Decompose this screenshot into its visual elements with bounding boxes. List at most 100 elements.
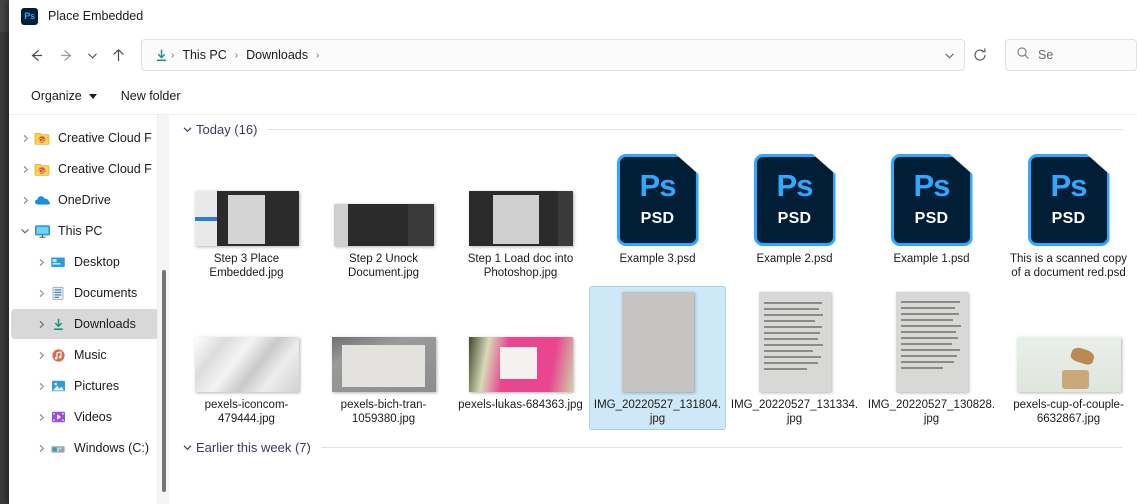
sidebar-item-music[interactable]: Music [11,340,163,370]
sidebar-item-onedrive[interactable]: OneDrive [11,185,163,215]
back-button[interactable] [21,40,51,70]
sidebar-label: Pictures [74,379,120,393]
sidebar-item-documents[interactable]: Documents [11,278,163,308]
sidebar-item-creative-cloud-files-2[interactable]: Cc Creative Cloud F [11,154,163,184]
file-tile[interactable]: Ps PSD Example 1.psd [863,140,1000,284]
sidebar-label: Creative Cloud F [58,162,152,176]
file-tile[interactable]: pexels-lukas-684363.jpg [452,286,589,430]
sidebar-item-windows-c[interactable]: Windows (C:) [11,433,163,463]
chevron-right-icon[interactable] [33,289,49,298]
chevron-right-icon[interactable] [33,382,49,391]
chevron-right-icon[interactable] [33,444,49,453]
sidebar-item-videos[interactable]: Videos [11,402,163,432]
group-title: Earlier this week (7) [196,439,311,455]
documents-icon [49,286,67,301]
thumbnail [182,292,311,392]
file-name: Example 3.psd [619,253,696,265]
address-dropdown-button[interactable] [936,42,962,68]
search-box[interactable]: Se [1005,39,1137,71]
new-folder-label: New folder [120,89,181,103]
creative-cloud-folder-icon: Cc [33,131,51,146]
chevron-down-icon[interactable] [178,442,196,453]
file-name: IMG_20220527_130828.jpg [867,399,996,425]
file-grid-row: pexels-iconcom-479444.jpg pexels-bich-tr… [178,286,1137,430]
thumbnail: Ps PSD [867,146,996,246]
psd-icon-ps-text: Ps [913,168,951,203]
desktop-icon [49,255,67,269]
breadcrumb-downloads[interactable]: Downloads [239,48,315,62]
file-name: pexels-iconcom-479444.jpg [204,399,289,425]
chevron-right-icon[interactable] [33,320,49,329]
command-bar: Organize New folder [9,78,1137,115]
refresh-button[interactable] [965,40,995,70]
sidebar-label: Videos [74,410,112,424]
chevron-down-icon[interactable] [17,226,33,236]
file-tile[interactable]: Ps PSD Example 2.psd [726,140,863,284]
psd-icon-ps-text: Ps [776,168,814,203]
file-tile[interactable]: Step 2 Unock Document.jpg [315,140,452,284]
psd-icon-ps-text: Ps [639,168,677,203]
group-divider [320,446,1123,448]
drive-icon [49,441,67,455]
organize-button[interactable]: Organize [21,84,107,108]
thumbnail [456,146,585,246]
chevron-right-icon[interactable] [33,351,49,360]
thumbnail: Ps PSD [593,146,722,246]
chevron-right-icon[interactable] [17,134,33,143]
forward-button[interactable] [51,40,81,70]
file-tile-selected[interactable]: IMG_20220527_131804.jpg [589,286,726,430]
thumbnail [730,292,859,392]
music-icon [49,348,67,363]
file-tile[interactable]: Step 3 Place Embedded.jpg [178,140,315,284]
file-tile[interactable]: IMG_20220527_131334.jpg [726,286,863,430]
psd-file-icon: Ps PSD [890,154,973,246]
this-pc-icon [33,224,51,239]
navigation-bar: › This PC › Downloads › Se [9,32,1137,78]
file-tile[interactable]: pexels-cup-of-couple-6632867.jpg [1000,286,1137,430]
file-name: pexels-bich-tran-1059380.jpg [340,399,427,425]
chevron-right-icon[interactable] [17,196,33,205]
thumbnail [867,292,996,392]
chevron-right-icon[interactable] [33,413,49,422]
thumbnail [593,292,722,392]
photoshop-screenshot-thumbnail [468,191,573,246]
thumbnail [182,146,311,246]
file-name: This is a scanned copy of a document red… [1010,253,1127,279]
sidebar-label: OneDrive [58,193,111,207]
group-title: Today (16) [196,121,258,137]
file-tile[interactable]: IMG_20220527_130828.jpg [863,286,1000,430]
window-title: Place Embedded [48,9,144,23]
notebook-thumbnail [331,337,436,392]
chevron-right-icon[interactable] [17,165,33,174]
psd-file-icon: Ps PSD [1027,154,1110,246]
file-tile[interactable]: Step 1 Load doc into Photoshop.jpg [452,140,589,284]
chevron-right-icon[interactable] [33,258,49,267]
file-name: Step 1 Load doc into Photoshop.jpg [467,253,574,279]
sidebar-scrollbar-thumb[interactable] [162,270,166,492]
sidebar-label: Documents [74,286,138,300]
title-bar: Ps Place Embedded [9,0,1137,32]
svg-text:Cc: Cc [39,138,46,144]
sidebar-item-desktop[interactable]: Desktop [11,247,163,277]
file-tile[interactable]: pexels-iconcom-479444.jpg [178,286,315,430]
sidebar-item-this-pc[interactable]: This PC [11,216,163,246]
sidebar-item-creative-cloud-files-1[interactable]: Cc Creative Cloud F [11,123,163,153]
file-tile[interactable]: pexels-bich-tran-1059380.jpg [315,286,452,430]
group-header-earlier-this-week[interactable]: Earlier this week (7) [178,436,1137,458]
svg-text:Cc: Cc [39,169,46,175]
address-bar[interactable]: › This PC › Downloads › [141,39,965,71]
breadcrumb-this-pc[interactable]: This PC [175,48,233,62]
place-embedded-dialog: Ps Place Embedded › This PC › Downloads … [9,0,1137,504]
crumpled-paper-thumbnail [194,337,299,392]
file-name: Example 1.psd [893,253,970,265]
file-tile[interactable]: Ps PSD Example 3.psd [589,140,726,284]
cup-of-couple-thumbnail [1016,337,1121,392]
group-header-today[interactable]: Today (16) [178,118,1137,140]
new-folder-button[interactable]: New folder [111,84,191,108]
file-tile[interactable]: Ps PSD This is a scanned copy of a docum… [1000,140,1137,284]
sidebar-item-pictures[interactable]: Pictures [11,371,163,401]
sidebar-item-downloads[interactable]: Downloads [11,309,163,339]
recent-locations-button[interactable] [81,40,103,70]
up-button[interactable] [103,40,133,70]
chevron-down-icon[interactable] [178,124,196,135]
